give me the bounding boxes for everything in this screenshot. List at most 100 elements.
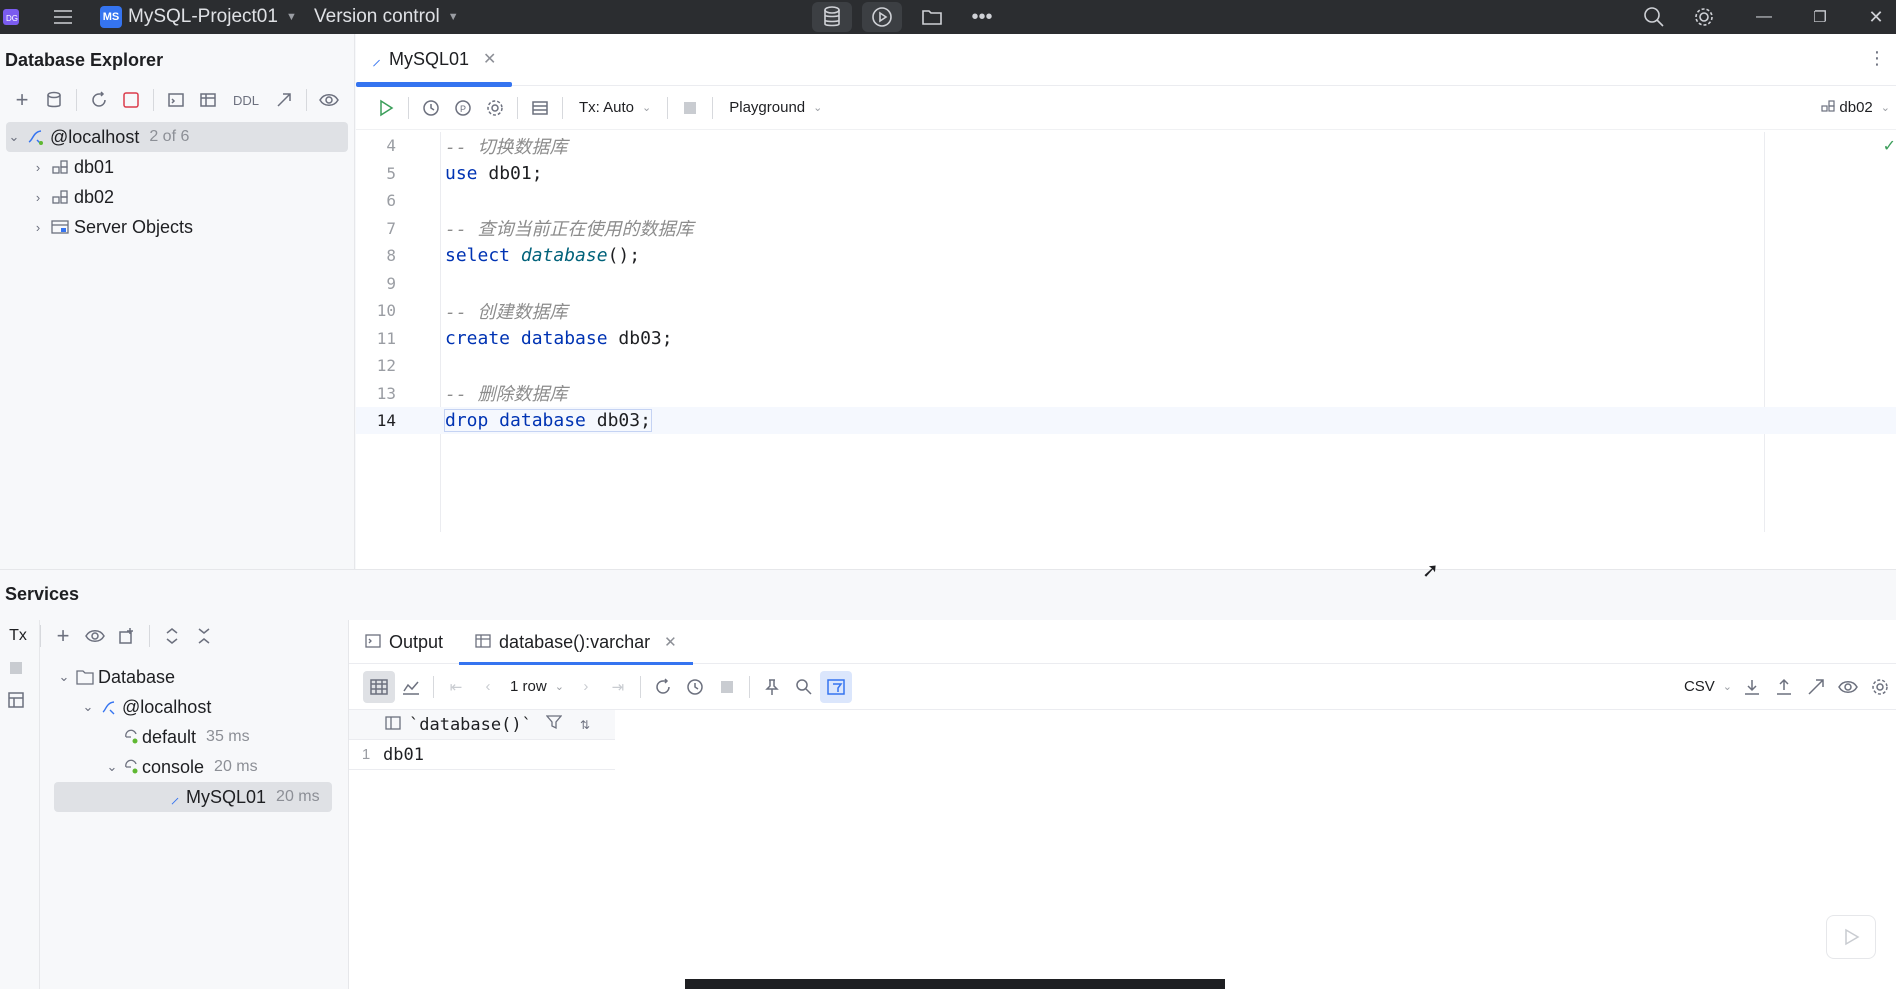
chevron-down-icon[interactable]: ⌄ xyxy=(56,669,72,685)
explain-plan-icon[interactable]: P xyxy=(447,92,479,124)
code-line[interactable]: 12 xyxy=(356,352,1896,379)
tree-item-mysql01[interactable]: ⸝ MySQL01 20 ms xyxy=(54,782,332,812)
tree-item-default[interactable]: default 35 ms xyxy=(40,722,347,752)
export-format-dropdown[interactable]: CSV ⌄ xyxy=(1684,678,1732,695)
row-count-dropdown[interactable]: 1 row ⌄ xyxy=(504,678,570,695)
previous-page-icon[interactable]: ‹ xyxy=(472,671,504,703)
cell-value[interactable]: db01 xyxy=(383,745,424,765)
code-line[interactable]: 14 drop database db03; xyxy=(356,407,1896,434)
code-line[interactable]: 10 -- 创建数据库 xyxy=(356,297,1896,324)
history-icon[interactable] xyxy=(415,92,447,124)
tx-mode-dropdown[interactable]: Tx: Auto ⌄ xyxy=(569,99,661,116)
tree-item-db01[interactable]: › db01 xyxy=(6,152,348,182)
code-line[interactable]: 6 xyxy=(356,187,1896,214)
tab-result-database[interactable]: database():varchar ✕ xyxy=(459,620,693,665)
output-layout-icon[interactable] xyxy=(524,92,556,124)
run-widget-icon[interactable] xyxy=(862,2,902,32)
mysql-connection-icon xyxy=(96,699,122,715)
close-icon[interactable]: ✕ xyxy=(1858,0,1894,34)
close-tab-icon[interactable]: ✕ xyxy=(664,633,677,651)
code-line[interactable]: 7 -- 查询当前正在使用的数据库 xyxy=(356,215,1896,242)
tree-item-server-objects[interactable]: › Server Objects xyxy=(6,212,348,242)
history-icon[interactable] xyxy=(679,671,711,703)
next-page-icon[interactable]: › xyxy=(570,671,602,703)
chevron-down-icon[interactable]: ⌄ xyxy=(80,699,96,715)
add-service-icon[interactable]: + xyxy=(47,620,79,652)
main-menu-icon[interactable] xyxy=(46,0,80,34)
tree-item-localhost[interactable]: ⌄ @localhost 2 of 6 xyxy=(6,122,348,152)
download-icon[interactable] xyxy=(1736,671,1768,703)
refresh-icon[interactable] xyxy=(83,84,115,116)
code-line[interactable]: 13 -- 删除数据库 xyxy=(356,380,1896,407)
tree-item-console[interactable]: ⌄ console 20 ms xyxy=(40,752,347,782)
tree-item-database[interactable]: ⌄ Database xyxy=(40,662,347,692)
view-eye-icon[interactable] xyxy=(79,620,111,652)
code-editor[interactable]: ✓ 4 -- 切换数据库 5 use db01; 6 7 -- 查询当前正在使用的数据库 8 s… xyxy=(356,132,1896,532)
stop-icon[interactable] xyxy=(674,92,706,124)
view-options-eye-icon[interactable] xyxy=(313,84,345,116)
new-tab-icon[interactable] xyxy=(111,620,143,652)
view-eye-icon[interactable] xyxy=(1832,671,1864,703)
minimize-icon[interactable]: — xyxy=(1746,0,1782,34)
more-vertical-icon[interactable]: ⋮ xyxy=(1868,48,1886,69)
restore-icon[interactable]: ❐ xyxy=(1802,0,1838,34)
filter-toggle-icon[interactable] xyxy=(819,670,852,703)
console-icon[interactable] xyxy=(160,84,192,116)
database-icon[interactable] xyxy=(812,2,852,32)
code-line[interactable]: 11 create database db03; xyxy=(356,325,1896,352)
code-line[interactable]: 4 -- 切换数据库 xyxy=(356,132,1896,159)
jump-to-icon[interactable] xyxy=(268,84,300,116)
column-header[interactable]: `database()` xyxy=(409,715,532,735)
first-page-icon[interactable]: ⇤ xyxy=(440,671,472,703)
compare-icon[interactable] xyxy=(1800,671,1832,703)
floating-play-icon[interactable] xyxy=(1826,915,1876,959)
ddl-button[interactable]: DDL xyxy=(224,84,268,116)
chevron-right-icon[interactable]: › xyxy=(30,160,46,175)
chevron-down-icon: ⌄ xyxy=(1880,102,1890,114)
chart-view-icon[interactable] xyxy=(395,671,427,703)
version-control-menu[interactable]: Version control ▼ xyxy=(314,0,459,34)
execute-icon[interactable] xyxy=(370,92,402,124)
close-tab-icon[interactable]: ✕ xyxy=(483,49,496,69)
table-row[interactable]: 1 db01 xyxy=(349,740,615,770)
editor-tab-mysql01[interactable]: ⸝ MySQL01 ✕ xyxy=(356,33,513,87)
settings-gear-icon[interactable] xyxy=(1686,0,1722,34)
code-line[interactable]: 8 select database(); xyxy=(356,242,1896,269)
schema-selector[interactable]: db02 ⌄ xyxy=(1821,99,1890,117)
playground-dropdown[interactable]: Playground ⌄ xyxy=(719,99,832,116)
reload-icon[interactable] xyxy=(647,671,679,703)
table-view-icon[interactable] xyxy=(363,670,395,703)
expand-all-icon[interactable] xyxy=(156,620,188,652)
code-line[interactable]: 5 use db01; xyxy=(356,160,1896,187)
collapse-all-icon[interactable] xyxy=(188,620,220,652)
filter-icon[interactable] xyxy=(545,714,563,735)
settings-gear-icon[interactable] xyxy=(1864,671,1896,703)
data-source-properties-icon[interactable] xyxy=(38,84,70,116)
search-icon[interactable] xyxy=(788,671,820,703)
upload-icon[interactable] xyxy=(1768,671,1800,703)
cancel-icon[interactable] xyxy=(711,671,743,703)
pin-icon[interactable] xyxy=(756,671,788,703)
project-selector[interactable]: MS MySQL-Project01 ▼ xyxy=(100,0,297,34)
add-icon[interactable]: + xyxy=(6,84,38,116)
result-grid[interactable]: `database()` ⇅ 1 db01 xyxy=(349,710,615,770)
code-line[interactable]: 9 xyxy=(356,270,1896,297)
chevron-right-icon[interactable]: › xyxy=(30,220,46,235)
chevron-down-icon[interactable]: ⌄ xyxy=(104,759,120,775)
stop-square-icon[interactable] xyxy=(0,652,32,684)
chevron-down-icon[interactable]: ⌄ xyxy=(6,129,22,145)
tab-output[interactable]: Output xyxy=(349,620,459,664)
last-page-icon[interactable]: ⇥ xyxy=(602,671,634,703)
chevron-right-icon[interactable]: › xyxy=(30,190,46,205)
more-icon[interactable]: ••• xyxy=(964,0,1000,34)
sort-icon[interactable]: ⇅ xyxy=(580,718,590,732)
divider xyxy=(517,96,518,119)
settings-icon[interactable] xyxy=(479,92,511,124)
search-icon[interactable] xyxy=(1636,0,1672,34)
tree-item-localhost[interactable]: ⌄ @localhost xyxy=(40,692,347,722)
disconnect-icon[interactable] xyxy=(115,84,147,116)
tree-item-db02[interactable]: › db02 xyxy=(6,182,348,212)
layout-icon[interactable] xyxy=(0,684,32,716)
table-icon[interactable] xyxy=(192,84,224,116)
folder-icon[interactable] xyxy=(914,0,950,34)
